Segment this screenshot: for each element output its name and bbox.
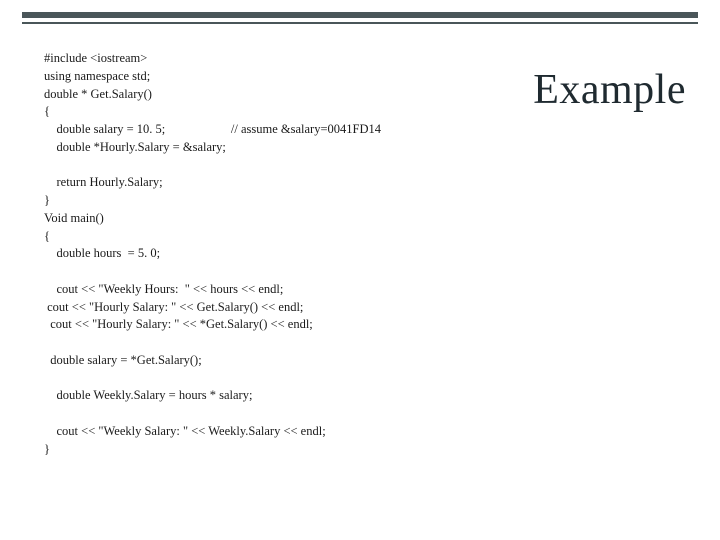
divider-thin <box>22 22 698 24</box>
slide-title: Example <box>533 66 686 114</box>
divider-thick <box>22 12 698 18</box>
code-block: #include <iostream> using namespace std;… <box>44 50 381 458</box>
slide: Example #include <iostream> using namesp… <box>0 0 720 540</box>
